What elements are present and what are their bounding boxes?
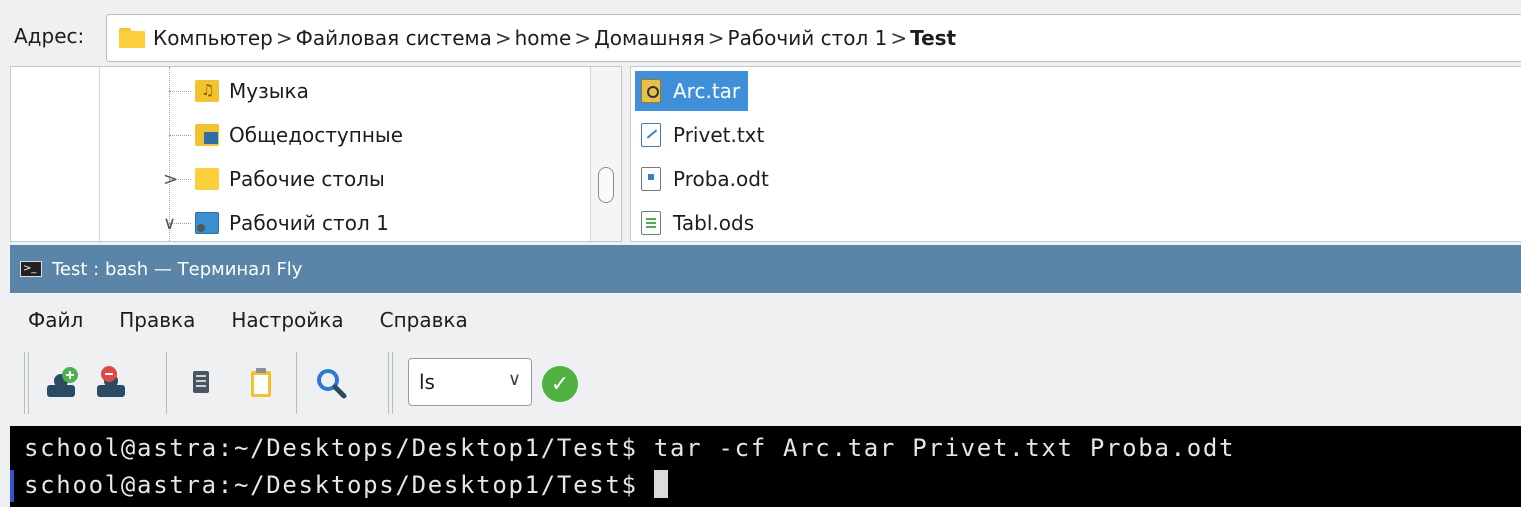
toolbar-separator xyxy=(388,352,389,414)
new-session-icon xyxy=(47,367,78,397)
toolbar-separator xyxy=(28,352,29,414)
document-file-icon xyxy=(641,167,661,191)
file-name: Arc.tar xyxy=(673,79,741,103)
breadcrumb-computer[interactable]: Компьютер xyxy=(153,26,273,50)
terminal-edge-marker xyxy=(10,470,14,502)
desktop-folder-icon xyxy=(195,212,219,234)
terminal-prompt-line: school@astra:~/Desktops/Desktop1/Test$ xyxy=(24,470,668,499)
breadcrumb-current[interactable]: Test xyxy=(910,26,956,50)
breadcrumb-domashnyaya[interactable]: Домашняя xyxy=(594,26,705,50)
menu-settings[interactable]: Настройка xyxy=(231,308,343,332)
toolbar-separator xyxy=(392,352,393,414)
breadcrumb-separator: > xyxy=(275,26,293,50)
breadcrumb-separator: > xyxy=(707,26,725,50)
terminal-prompt: school@astra:~/Desktops/Desktop1/Test$ xyxy=(24,471,654,499)
public-folder-icon xyxy=(195,124,219,146)
toolbar-separator xyxy=(166,352,167,414)
terminal-titlebar[interactable]: >_ Test : bash — Терминал Fly xyxy=(10,245,1521,293)
file-item-privet-txt[interactable]: Privet.txt xyxy=(635,115,772,155)
toolbar: ls ∨ ✓ xyxy=(10,346,1521,422)
paste-button[interactable] xyxy=(238,360,284,406)
copy-icon xyxy=(193,371,209,393)
terminal-output[interactable]: school@astra:~/Desktops/Desktop1/Test$ t… xyxy=(10,426,1521,507)
window-title: Test : bash — Терминал Fly xyxy=(52,258,303,280)
new-session-button[interactable] xyxy=(40,360,86,406)
toolbar-separator xyxy=(296,352,297,414)
toolbar-separator xyxy=(24,352,25,414)
file-name: Tabl.ods xyxy=(673,211,755,235)
tree-item-label: Рабочие столы xyxy=(229,167,385,191)
tree-item-desktop1[interactable]: ∨ Рабочий стол 1 xyxy=(163,203,389,241)
breadcrumb-separator: > xyxy=(890,26,908,50)
command-select-value: ls xyxy=(419,370,435,394)
menu-edit[interactable]: Правка xyxy=(119,308,195,332)
run-check-icon: ✓ xyxy=(550,371,570,397)
breadcrumb-home[interactable]: home xyxy=(515,26,572,50)
expand-icon[interactable]: > xyxy=(163,169,178,190)
file-item-proba-odt[interactable]: Proba.odt xyxy=(635,159,777,199)
search-icon xyxy=(317,369,347,399)
breadcrumb-desktop1[interactable]: Рабочий стол 1 xyxy=(728,26,888,50)
archive-icon xyxy=(641,79,661,103)
folder-icon xyxy=(119,28,145,48)
copy-button[interactable] xyxy=(178,360,224,406)
file-name: Privet.txt xyxy=(673,123,765,147)
tree-item-label: Общедоступные xyxy=(229,123,404,147)
address-label: Адрес: xyxy=(14,24,85,48)
menu-bar: Файл Правка Настройка Справка xyxy=(10,298,486,342)
folder-icon xyxy=(195,168,219,190)
file-list: Arc.tar Privet.txt Proba.odt Tabl.ods xyxy=(630,66,1521,242)
chevron-down-icon: ∨ xyxy=(507,369,521,390)
tree-item-label: Рабочий стол 1 xyxy=(229,211,389,235)
music-folder-icon: ♫ xyxy=(195,80,219,102)
address-field[interactable]: Компьютер > Файловая система > home > До… xyxy=(106,14,1521,62)
tree-item-music[interactable]: ♫ Музыка xyxy=(169,71,309,111)
terminal-icon: >_ xyxy=(20,261,42,277)
file-item-tabl-ods[interactable]: Tabl.ods xyxy=(635,203,762,243)
command-select[interactable]: ls ∨ xyxy=(408,358,532,406)
spreadsheet-file-icon xyxy=(641,211,661,235)
paste-icon xyxy=(251,368,271,397)
menu-help[interactable]: Справка xyxy=(380,308,468,332)
breadcrumb-separator: > xyxy=(494,26,512,50)
tree-scrollbar[interactable] xyxy=(590,67,621,241)
address-bar: Адрес: Компьютер > Файловая система > ho… xyxy=(0,0,1521,62)
breadcrumb-filesystem[interactable]: Файловая система xyxy=(296,26,492,50)
menu-file[interactable]: Файл xyxy=(28,308,83,332)
close-session-icon xyxy=(97,366,125,397)
run-command-button[interactable]: ✓ xyxy=(542,366,578,402)
file-name: Proba.odt xyxy=(673,167,769,191)
scrollbar-thumb[interactable] xyxy=(598,167,614,203)
tree-divider xyxy=(99,67,100,241)
breadcrumb-separator: > xyxy=(574,26,592,50)
text-file-icon xyxy=(641,123,661,147)
close-session-button[interactable] xyxy=(90,360,136,406)
folder-tree: ♫ Музыка Общедоступные > Рабочие столы ∨… xyxy=(10,66,622,242)
text-cursor xyxy=(653,470,668,498)
tree-item-desktops[interactable]: > Рабочие столы xyxy=(163,159,385,199)
search-button[interactable] xyxy=(308,360,354,406)
tree-item-label: Музыка xyxy=(229,79,309,103)
tree-item-public[interactable]: Общедоступные xyxy=(169,115,403,155)
collapse-icon[interactable]: ∨ xyxy=(163,213,176,234)
terminal-line: school@astra:~/Desktops/Desktop1/Test$ t… xyxy=(24,434,1236,462)
file-item-arc-tar[interactable]: Arc.tar xyxy=(635,71,749,111)
